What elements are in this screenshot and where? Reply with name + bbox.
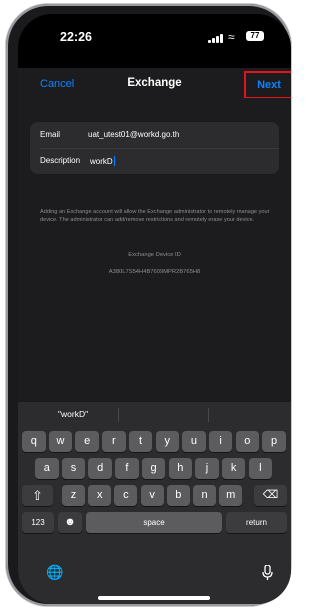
device-id-label: Exchange Device ID — [128, 252, 181, 258]
next-button[interactable]: Next — [244, 71, 291, 99]
suggestion-divider — [208, 408, 209, 422]
phone-frame: 22:26 ≈ 77 Cancel Exchange Next Email ua… — [6, 4, 291, 606]
delete-icon[interactable]: ⌫ — [254, 485, 287, 506]
key-e[interactable]: e — [75, 431, 99, 452]
key-a[interactable]: a — [35, 458, 59, 479]
description-row[interactable]: Description workD — [30, 148, 279, 174]
camera-notch — [106, 14, 202, 40]
key-u[interactable]: u — [182, 431, 206, 452]
key-m[interactable]: m — [219, 485, 243, 506]
key-k[interactable]: k — [221, 458, 246, 479]
wifi-icon: ≈ — [228, 30, 235, 44]
info-text: Adding an Exchange account will allow th… — [40, 209, 270, 224]
description-value: workD — [90, 157, 113, 166]
battery-level: 77 — [250, 31, 260, 40]
email-row[interactable]: Email uat_utest01@workd.go.th — [30, 122, 279, 149]
key-f[interactable]: f — [115, 458, 139, 479]
device-id-value: A380L7S54H4B7609MPR2B765H8 — [108, 269, 201, 275]
key-w[interactable]: w — [48, 431, 73, 452]
key-s[interactable]: s — [61, 458, 86, 479]
key-g[interactable]: g — [141, 458, 166, 479]
key-t[interactable]: t — [128, 431, 153, 452]
battery-icon: 77 — [246, 31, 264, 41]
key-r[interactable]: r — [102, 431, 126, 452]
key-c[interactable]: c — [114, 485, 138, 506]
nav-bar: Cancel Exchange Next — [18, 68, 291, 99]
home-indicator — [98, 596, 210, 600]
key-o[interactable]: o — [235, 431, 260, 452]
return-key[interactable]: return — [226, 512, 287, 533]
key-y[interactable]: y — [155, 431, 179, 452]
description-label: Description — [40, 156, 81, 165]
suggestion-bar: "workD" — [18, 402, 291, 428]
shift-icon[interactable]: ⇧ — [22, 485, 53, 506]
key-i[interactable]: i — [208, 431, 233, 452]
screen: 22:26 ≈ 77 Cancel Exchange Next Email ua… — [18, 14, 291, 604]
space-key[interactable]: space — [86, 512, 222, 533]
key-j[interactable]: j — [195, 458, 219, 479]
form-group: Email uat_utest01@workd.go.th Descriptio… — [30, 122, 279, 174]
key-n[interactable]: n — [193, 485, 216, 506]
key-q[interactable]: q — [22, 431, 46, 452]
key-d[interactable]: d — [88, 458, 112, 479]
key-h[interactable]: h — [168, 458, 192, 479]
emoji-icon[interactable]: ☻ — [58, 512, 82, 533]
globe-icon[interactable]: 🌐 — [46, 564, 63, 581]
microphone-icon[interactable] — [262, 564, 273, 584]
keyboard: "workD" qwertyuiop asdfghjkl zxcvbnm ⇧ ⌫… — [18, 402, 291, 604]
cellular-signal-icon — [208, 33, 224, 43]
suggestion-divider — [118, 408, 119, 422]
account-form: Email uat_utest01@workd.go.th Descriptio… — [18, 98, 291, 402]
status-bar: 22:26 ≈ 77 — [18, 14, 291, 58]
suggestion-item[interactable]: "workD" — [58, 409, 88, 419]
key-v[interactable]: v — [140, 485, 164, 506]
status-time: 22:26 — [60, 30, 92, 44]
key-x[interactable]: x — [88, 485, 112, 506]
numbers-key[interactable]: 123 — [22, 512, 54, 533]
description-field[interactable]: workD — [90, 156, 115, 166]
text-cursor — [113, 156, 115, 166]
key-b[interactable]: b — [166, 485, 190, 506]
email-label: Email — [40, 130, 61, 139]
key-z[interactable]: z — [62, 485, 85, 506]
email-field[interactable]: uat_utest01@workd.go.th — [88, 130, 179, 139]
next-label: Next — [257, 79, 281, 91]
key-l[interactable]: l — [248, 458, 273, 479]
key-p[interactable]: p — [262, 431, 286, 452]
